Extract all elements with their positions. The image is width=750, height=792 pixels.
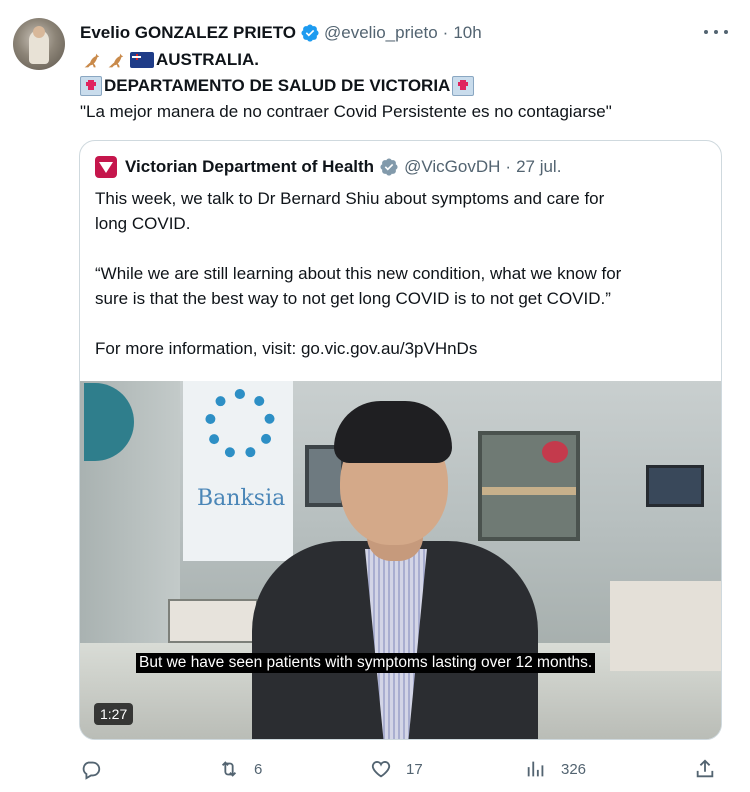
tweet-line-3-text: "La mejor manera de no contraer Covid Pe… xyxy=(80,102,612,121)
reply-button[interactable] xyxy=(80,756,116,782)
tweet-line-1: AUSTRALIA. xyxy=(80,48,259,72)
author-handle[interactable]: @evelio_prieto xyxy=(324,23,438,43)
separator-dot: · xyxy=(442,23,449,42)
quoted-text-line: long COVID. xyxy=(95,214,191,233)
poster-text: Banksia xyxy=(197,486,286,511)
views-count: 326 xyxy=(561,760,587,778)
quoted-tweet-date[interactable]: 27 jul. xyxy=(516,157,561,177)
share-button[interactable] xyxy=(694,756,730,782)
like-count: 17 xyxy=(406,760,423,778)
speaker-hair xyxy=(334,401,452,463)
like-button[interactable]: 17 xyxy=(370,756,423,782)
background-window xyxy=(478,431,580,541)
video-player[interactable]: Banksia But we have seen patients with s… xyxy=(80,381,721,739)
tweet-time[interactable]: 10h xyxy=(453,23,481,43)
quoted-text-line: This week, we talk to Dr Bernard Shiu ab… xyxy=(95,189,605,208)
share-icon xyxy=(696,759,714,778)
action-bar: 6 17 326 xyxy=(80,756,730,782)
banksia-poster: Banksia xyxy=(183,381,293,561)
tweet-line-2-text: DEPARTAMENTO DE SALUD DE VICTORIA xyxy=(104,76,451,95)
quoted-text-line: “While we are still learning about this … xyxy=(95,264,622,283)
retweet-count: 6 xyxy=(254,760,263,778)
video-caption: But we have seen patients with symptoms … xyxy=(136,653,596,673)
quoted-text-line: For more information, visit: go.vic.gov.… xyxy=(95,339,478,358)
quoted-text-line: sure is that the best way to not get lon… xyxy=(95,289,611,308)
tweet-line-2: DEPARTAMENTO DE SALUD DE VICTORIA xyxy=(80,74,476,98)
tweet[interactable]: Evelio GONZALEZ PRIETO @evelio_prieto · … xyxy=(0,0,750,792)
video-duration-badge: 1:27 xyxy=(94,703,134,725)
hospital-emoji xyxy=(80,76,102,96)
desk-items xyxy=(610,581,721,671)
retweet-button[interactable]: 6 xyxy=(218,756,262,782)
quoted-tweet[interactable]: Victorian Department of Health @VicGovDH… xyxy=(79,140,722,740)
separator-dot: · xyxy=(505,157,512,176)
verified-icon xyxy=(301,24,319,42)
tweet-line-1-text: AUSTRALIA. xyxy=(156,50,259,69)
quoted-tweet-header: Victorian Department of Health @VicGovDH… xyxy=(95,155,561,179)
australia-flag-emoji xyxy=(130,52,154,68)
views-button[interactable]: 326 xyxy=(525,756,586,782)
wall-frame xyxy=(646,465,704,507)
tweet-header: Evelio GONZALEZ PRIETO @evelio_prieto · … xyxy=(80,22,482,44)
tweet-line-3: "La mejor manera de no contraer Covid Pe… xyxy=(80,100,612,124)
reply-icon xyxy=(82,761,101,780)
hospital-emoji xyxy=(452,76,475,96)
more-icon[interactable] xyxy=(704,22,728,42)
like-icon xyxy=(371,761,391,778)
views-icon xyxy=(527,761,544,777)
retweet-icon xyxy=(221,761,237,777)
author-name[interactable]: Evelio GONZALEZ PRIETO xyxy=(80,23,296,43)
desk-items xyxy=(168,599,258,643)
gov-verified-icon xyxy=(380,158,398,176)
kangaroo-emoji xyxy=(108,53,124,68)
quoted-author-name[interactable]: Victorian Department of Health xyxy=(125,157,374,177)
author-avatar[interactable] xyxy=(13,18,65,70)
quoted-author-handle[interactable]: @VicGovDH xyxy=(404,157,500,177)
kangaroo-emoji xyxy=(84,53,100,68)
vic-health-logo-icon[interactable] xyxy=(95,156,117,178)
